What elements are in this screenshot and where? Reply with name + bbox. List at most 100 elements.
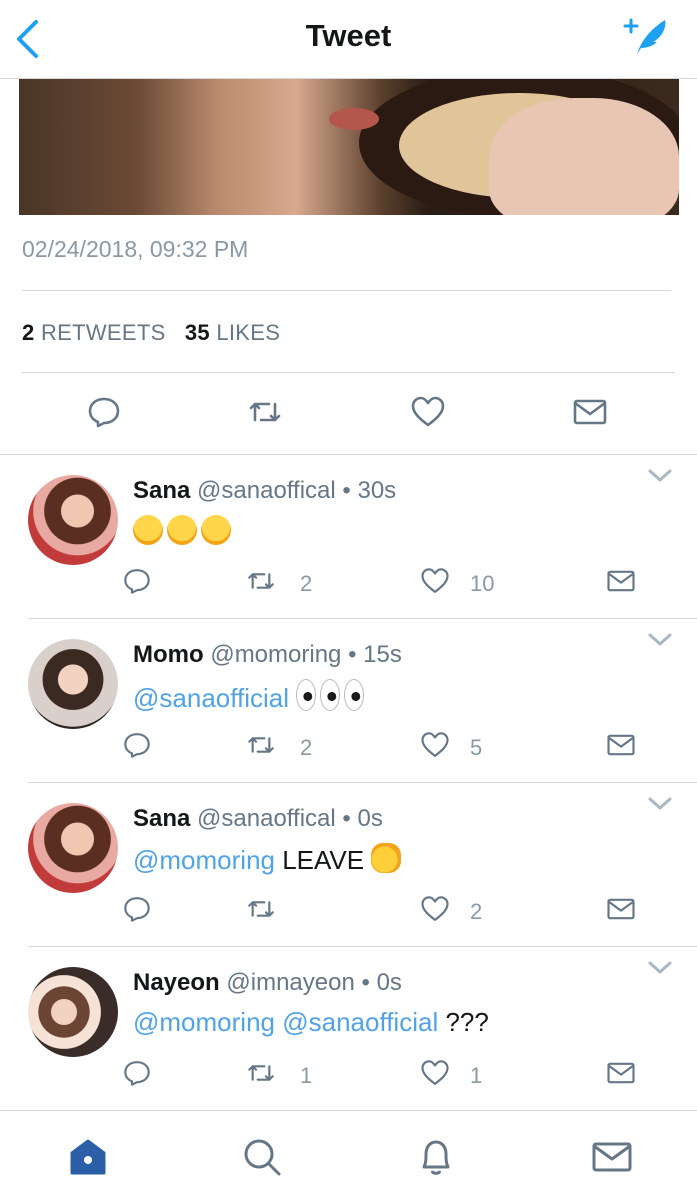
page-title: Tweet [305, 18, 392, 53]
heart-icon [420, 896, 450, 921]
like-count: 1 [470, 1063, 483, 1088]
reply-text: ??? [445, 1007, 489, 1037]
message-button[interactable] [606, 566, 636, 596]
like-button[interactable] [410, 394, 446, 430]
heart-icon [420, 1060, 450, 1085]
reply-icon [122, 569, 152, 594]
reply-tweet[interactable]: Nayeon @imnayeon • 0s @momoring @sanaoffi… [0, 947, 697, 1111]
compose-tweet-icon [623, 18, 666, 54]
tab-messages[interactable] [590, 1135, 634, 1179]
chevron-down-icon[interactable] [647, 631, 673, 649]
retweet-icon [246, 572, 276, 589]
retweet-button[interactable] [246, 730, 276, 760]
bottom-tab-bar [0, 1110, 697, 1201]
reply-icon [122, 1061, 152, 1086]
display-name[interactable]: Nayeon [133, 969, 220, 996]
envelope-icon [606, 734, 636, 756]
tab-notifications[interactable] [414, 1135, 458, 1179]
envelope-icon [606, 570, 636, 592]
like-button[interactable] [420, 566, 450, 596]
divider [22, 372, 675, 373]
reply-body: @momoring @sanaofficial ??? [133, 1007, 489, 1038]
user-handle: @momoring [210, 641, 342, 668]
notifications-icon [422, 1140, 450, 1175]
reply-text: LEAVE [282, 845, 365, 875]
search-icon [244, 1139, 281, 1176]
reply-button[interactable] [122, 894, 152, 924]
reply-header: Sana @sanaoffical • 0s [133, 805, 383, 833]
avatar[interactable] [28, 967, 118, 1057]
clapping-hands-emoji-icon [371, 843, 402, 873]
tweet-timestamp: 02/24/2018, 09:32 PM [22, 236, 249, 262]
separator-dot: • [342, 477, 351, 504]
reply-tweet[interactable]: Momo @momoring • 15s @sanaofficial 2 5 [0, 619, 697, 783]
chevron-down-icon[interactable] [647, 795, 673, 813]
message-button[interactable] [606, 894, 636, 924]
tweet-photo[interactable] [19, 78, 679, 215]
like-button[interactable] [420, 730, 450, 760]
message-button[interactable] [572, 394, 608, 430]
reply-button[interactable] [122, 566, 152, 596]
message-button[interactable] [606, 730, 636, 760]
display-name[interactable]: Sana [133, 477, 190, 504]
reply-time: 30s [357, 477, 397, 504]
retweets-count: 2 [22, 320, 35, 345]
reply-button[interactable] [86, 394, 122, 430]
like-count: 10 [470, 571, 495, 596]
retweets-stat[interactable]: 2 RETWEETS [22, 320, 166, 345]
mention-link[interactable]: @sanaofficial [282, 1007, 438, 1037]
eyes-emoji-icon [344, 679, 365, 711]
reply-body [133, 515, 235, 548]
reply-icon [88, 397, 120, 428]
like-button[interactable] [420, 1058, 450, 1088]
reply-time: 0s [357, 805, 383, 832]
display-name[interactable]: Momo [133, 641, 204, 668]
top-nav-bar: Tweet [0, 0, 697, 79]
reply-body: @sanaofficial [133, 679, 368, 714]
reply-time: 15s [363, 641, 402, 668]
likes-count: 35 [184, 320, 210, 345]
retweet-icon [249, 402, 281, 422]
upside-down-face-emoji-icon [133, 515, 163, 545]
retweet-button[interactable] [246, 894, 276, 924]
like-button[interactable] [420, 894, 450, 924]
retweet-count: 1 [300, 1063, 313, 1088]
like-count: 5 [470, 735, 483, 760]
like-count: 2 [470, 899, 483, 924]
avatar[interactable] [28, 475, 118, 565]
compose-button[interactable] [623, 14, 669, 58]
retweet-count: 2 [300, 735, 313, 760]
reply-tweet[interactable]: Sana @sanaoffical • 30s 2 10 [0, 455, 697, 619]
envelope-icon [606, 898, 636, 920]
retweet-icon [246, 1064, 276, 1081]
reply-tweet[interactable]: Sana @sanaoffical • 0s @momoring LEAVE 2 [0, 783, 697, 947]
likes-stat[interactable]: 35 LIKES [185, 320, 280, 345]
avatar[interactable] [28, 639, 118, 729]
reply-icon [122, 897, 152, 922]
retweet-button[interactable] [246, 566, 276, 596]
mention-link[interactable]: @momoring [133, 1007, 275, 1037]
mention-link[interactable]: @momoring [133, 845, 275, 875]
chevron-down-icon[interactable] [647, 959, 673, 977]
photo-face [329, 108, 379, 130]
separator-dot: • [342, 805, 351, 832]
reply-body: @momoring LEAVE [133, 843, 405, 876]
tab-home[interactable] [66, 1135, 110, 1179]
retweet-button[interactable] [247, 394, 283, 430]
heart-icon [420, 732, 450, 757]
reply-button[interactable] [122, 1058, 152, 1088]
tab-search[interactable] [240, 1135, 284, 1179]
chevron-down-icon[interactable] [647, 467, 673, 485]
eyes-emoji-icon [296, 679, 317, 711]
retweet-button[interactable] [246, 1058, 276, 1088]
avatar[interactable] [28, 803, 118, 893]
photo-hand [489, 98, 679, 215]
message-button[interactable] [606, 1058, 636, 1088]
tweet-stats: 2 RETWEETS 35 LIKES [22, 320, 280, 346]
mention-link[interactable]: @sanaofficial [133, 683, 289, 713]
display-name[interactable]: Sana [133, 805, 190, 832]
reply-header: Sana @sanaoffical • 30s [133, 477, 396, 505]
reply-button[interactable] [122, 730, 152, 760]
user-handle: @sanaoffical [197, 477, 336, 504]
heart-icon [420, 568, 450, 593]
